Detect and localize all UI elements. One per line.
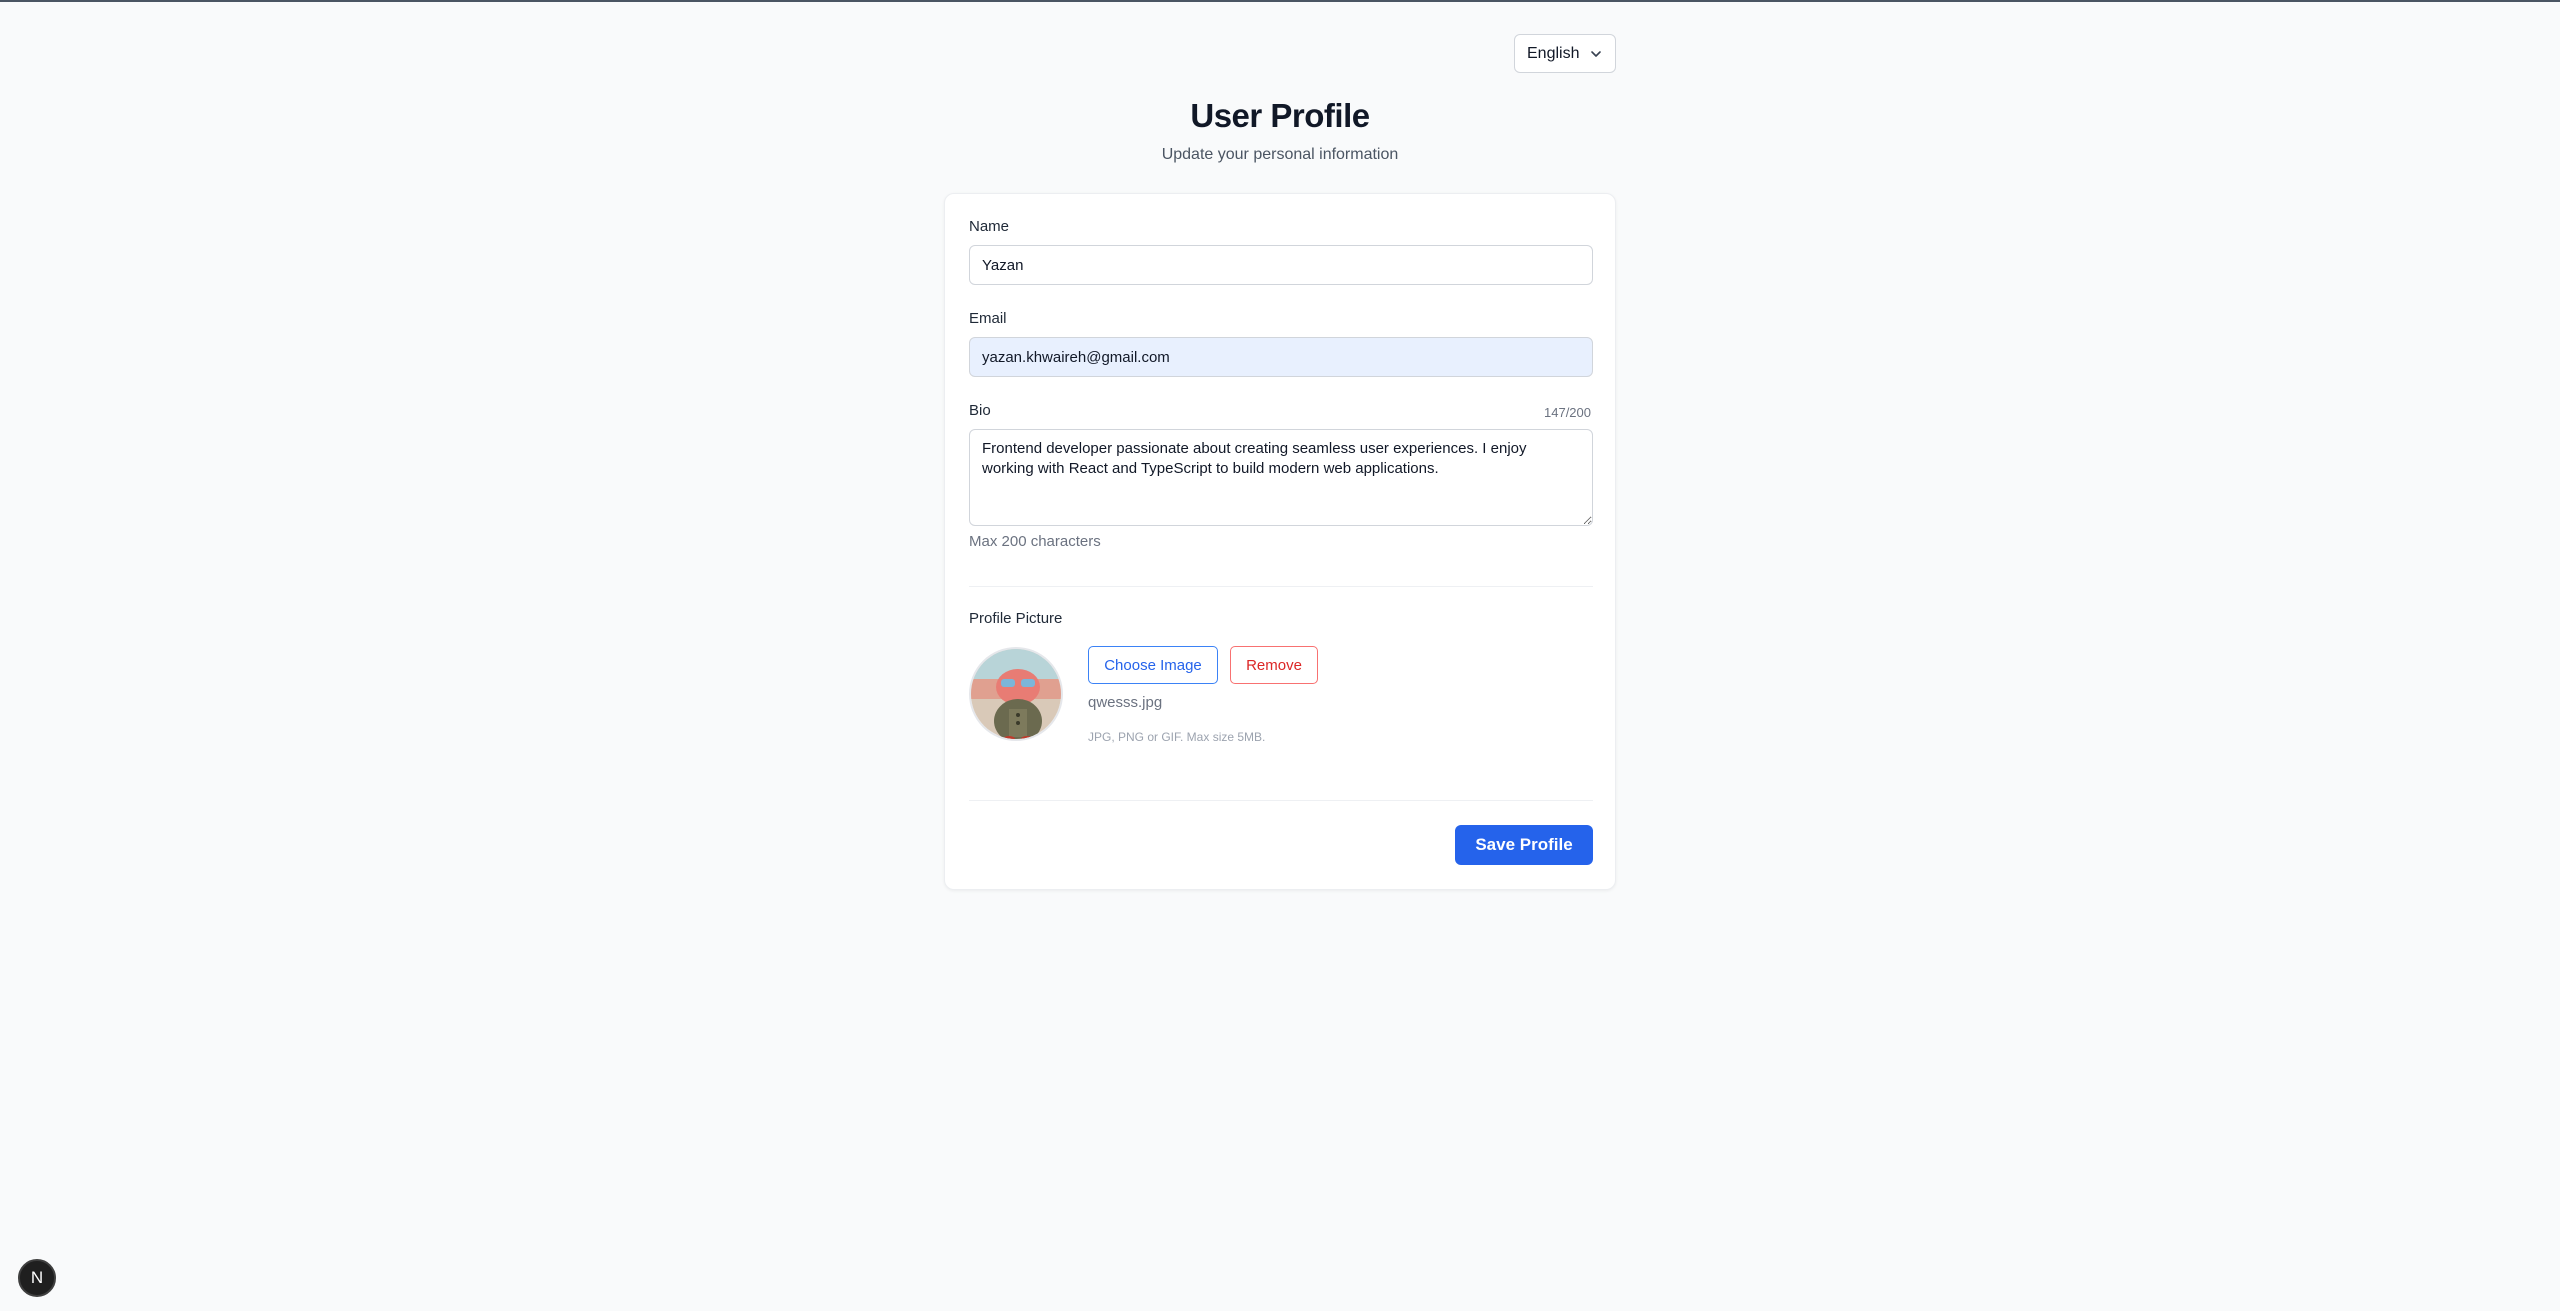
profile-picture-label: Profile Picture (969, 610, 1063, 627)
chevron-down-icon (1591, 50, 1601, 57)
avatar (969, 647, 1063, 741)
footer-divider (969, 800, 1593, 801)
file-requirements-hint: JPG, PNG or GIF. Max size 5MB. (1088, 730, 1266, 744)
remove-image-button[interactable]: Remove (1230, 646, 1318, 684)
page-title: User Profile (1190, 97, 1370, 134)
bio-character-counter: 147/200 (1544, 405, 1591, 420)
selected-filename: qwesss.jpg (1088, 694, 1163, 711)
name-label: Name (969, 218, 1010, 235)
save-profile-button[interactable]: Save Profile (1455, 825, 1593, 865)
avatar-image (971, 649, 1061, 739)
name-input[interactable] (969, 245, 1593, 285)
email-label: Email (969, 310, 1007, 327)
bio-hint: Max 200 characters (969, 533, 1101, 550)
email-input[interactable] (969, 337, 1593, 377)
section-divider (969, 586, 1593, 587)
dev-tools-badge[interactable]: N (18, 1259, 56, 1297)
language-select[interactable]: English (1514, 34, 1616, 73)
language-select-value: English (1527, 44, 1580, 62)
page-subtitle: Update your personal information (1161, 146, 1399, 163)
bio-textarea[interactable]: Frontend developer passionate about crea… (969, 429, 1593, 526)
bio-label: Bio (969, 402, 991, 419)
profile-form-card: Name Email Bio 147/200 Frontend develope… (944, 193, 1616, 890)
page-header: User Profile Update your personal inform… (0, 94, 2560, 164)
choose-image-button[interactable]: Choose Image (1088, 646, 1218, 684)
